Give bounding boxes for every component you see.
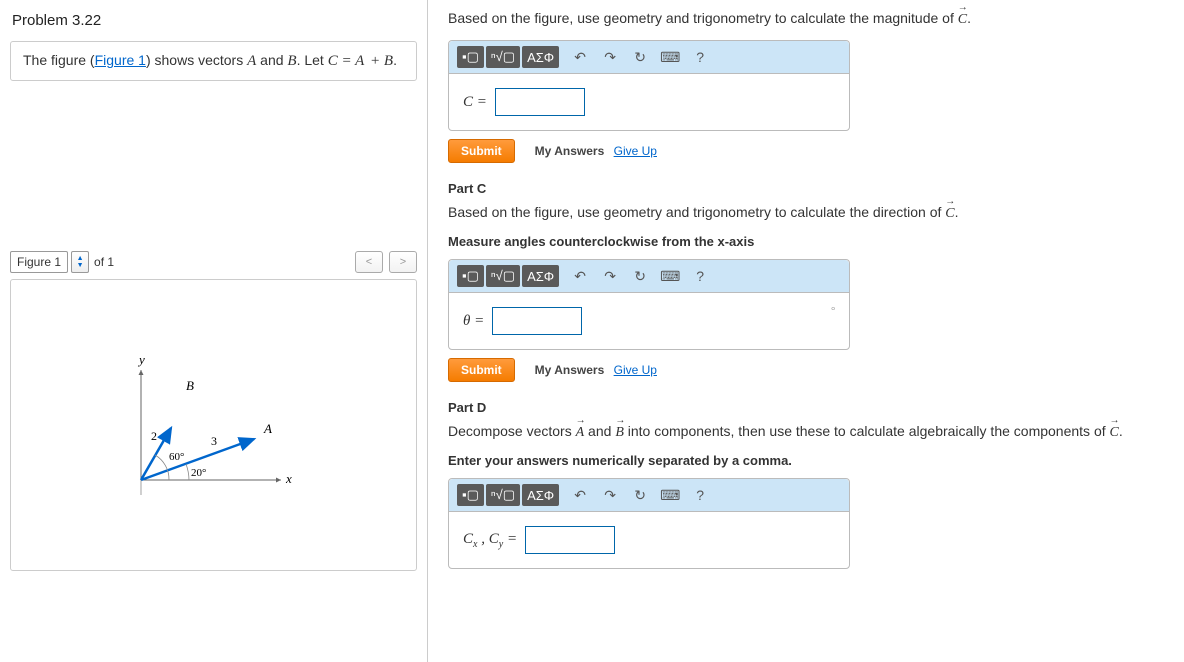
- sqrt-button[interactable]: ⁿ√▢: [486, 46, 520, 68]
- figure-prev-button[interactable]: <: [355, 251, 383, 273]
- greek-button-c[interactable]: ΑΣΦ: [522, 265, 559, 287]
- template-icon[interactable]: ▪▢: [457, 46, 484, 68]
- partC-bold-instr: Measure angles counterclockwise from the…: [448, 234, 1164, 249]
- partC-instr: Based on the figure, use geometry and tr…: [448, 204, 1164, 222]
- partD-input-row: Cx , Cy =: [449, 512, 849, 568]
- sqrt-button-c[interactable]: ⁿ√▢: [486, 265, 520, 287]
- vector-B-d: B: [615, 425, 624, 441]
- vector-A-sum: A: [355, 53, 364, 69]
- reset-icon-c[interactable]: ↻: [631, 267, 649, 285]
- partC-answer-input[interactable]: [492, 307, 582, 335]
- partB-give-up[interactable]: Give Up: [614, 144, 657, 158]
- partD-toolbar: ▪▢ ⁿ√▢ ΑΣΦ ↶ ↷ ↻ ⌨ ?: [449, 479, 849, 512]
- vector-B-label: B⃗: [186, 378, 204, 393]
- intro-period: .: [393, 52, 397, 68]
- angle-60: 60°: [169, 451, 184, 463]
- partB-submit-button[interactable]: Submit: [448, 139, 515, 163]
- figure-of-text: of 1: [94, 255, 114, 269]
- undo-icon[interactable]: ↶: [571, 48, 589, 66]
- vector-B-intro: B: [287, 53, 296, 69]
- figure-svg: y x B⃗ 2 A⃗ 3 60° 20°: [91, 320, 311, 540]
- partB-var-label: C =: [463, 94, 487, 111]
- intro-text-1: The figure (: [23, 52, 95, 68]
- intro-let: . Let: [297, 52, 328, 68]
- template-icon-d[interactable]: ▪▢: [457, 484, 484, 506]
- y-axis-label: y: [137, 352, 145, 367]
- partC-title: Part C: [448, 181, 1164, 196]
- vector-C-c: C: [945, 206, 954, 222]
- vector-A-length: 3: [211, 434, 217, 448]
- keyboard-icon-c[interactable]: ⌨: [661, 267, 679, 285]
- help-icon[interactable]: ?: [691, 48, 709, 66]
- partC-toolbar: ▪▢ ⁿ√▢ ΑΣΦ ↶ ↷ ↻ ⌨ ?: [449, 260, 849, 293]
- partC-input-row: θ = °: [449, 293, 849, 349]
- figure-canvas: y x B⃗ 2 A⃗ 3 60° 20°: [10, 279, 417, 571]
- vector-B-length: 2: [151, 429, 157, 443]
- vector-B-sum: B: [384, 53, 393, 69]
- partC-submit-row: Submit My Answers Give Up: [448, 358, 1164, 382]
- problem-intro: The figure (Figure 1) shows vectors A an…: [10, 41, 417, 81]
- redo-icon[interactable]: ↷: [601, 48, 619, 66]
- partC-var-label: θ =: [463, 313, 484, 330]
- greek-button[interactable]: ΑΣΦ: [522, 46, 559, 68]
- partB-answer-panel: ▪▢ ⁿ√▢ ΑΣΦ ↶ ↷ ↻ ⌨ ? C =: [448, 40, 850, 131]
- partC-answer-panel: ▪▢ ⁿ√▢ ΑΣΦ ↶ ↷ ↻ ⌨ ? θ = °: [448, 259, 850, 350]
- redo-icon-d[interactable]: ↷: [601, 486, 619, 504]
- x-axis-label: x: [285, 471, 292, 486]
- sqrt-button-d[interactable]: ⁿ√▢: [486, 484, 520, 506]
- intro-text-2: ) shows vectors: [146, 52, 247, 68]
- right-panel: Based on the figure, use geometry and tr…: [428, 0, 1184, 662]
- angle-20: 20°: [191, 467, 206, 479]
- keyboard-icon-d[interactable]: ⌨: [661, 486, 679, 504]
- left-panel: Problem 3.22 The figure (Figure 1) shows…: [0, 0, 428, 662]
- partC-unit: °: [831, 305, 835, 317]
- partB-my-answers[interactable]: My Answers: [535, 144, 605, 158]
- vector-C-b: C: [958, 12, 967, 28]
- help-icon-c[interactable]: ?: [691, 267, 709, 285]
- figure-select-box[interactable]: Figure 1: [10, 251, 68, 273]
- undo-icon-d[interactable]: ↶: [571, 486, 589, 504]
- partB-submit-row: Submit My Answers Give Up: [448, 139, 1164, 163]
- figure-stepper[interactable]: ▲▼: [71, 251, 89, 273]
- intro-equals: =: [338, 53, 355, 69]
- partB-input-row: C =: [449, 74, 849, 130]
- partD-answer-input[interactable]: [525, 526, 615, 554]
- figure-nav-bar: Figure 1 ▲▼ of 1 < >: [10, 251, 417, 273]
- partC-submit-button[interactable]: Submit: [448, 358, 515, 382]
- partD-var-label: Cx , Cy =: [463, 531, 517, 550]
- vector-A-label: A⃗: [263, 421, 282, 436]
- reset-icon[interactable]: ↻: [631, 48, 649, 66]
- vector-C-intro: C: [328, 53, 338, 69]
- figure-link[interactable]: Figure 1: [95, 52, 146, 68]
- vector-A-d: A: [576, 425, 585, 441]
- redo-icon-c[interactable]: ↷: [601, 267, 619, 285]
- partD-answer-panel: ▪▢ ⁿ√▢ ΑΣΦ ↶ ↷ ↻ ⌨ ? Cx , Cy =: [448, 478, 850, 569]
- greek-button-d[interactable]: ΑΣΦ: [522, 484, 559, 506]
- partB-toolbar: ▪▢ ⁿ√▢ ΑΣΦ ↶ ↷ ↻ ⌨ ?: [449, 41, 849, 74]
- undo-icon-c[interactable]: ↶: [571, 267, 589, 285]
- figure-selector: Figure 1 ▲▼ of 1: [10, 251, 114, 273]
- problem-title: Problem 3.22: [12, 12, 417, 29]
- partB-answer-input[interactable]: [495, 88, 585, 116]
- figure-next-button[interactable]: >: [389, 251, 417, 273]
- partD-title: Part D: [448, 400, 1164, 415]
- partC-my-answers[interactable]: My Answers: [535, 363, 605, 377]
- partD-bold-instr: Enter your answers numerically separated…: [448, 453, 1164, 468]
- intro-and: and: [256, 52, 287, 68]
- vector-C-d: C: [1110, 425, 1119, 441]
- reset-icon-d[interactable]: ↻: [631, 486, 649, 504]
- partB-instr: Based on the figure, use geometry and tr…: [448, 10, 1164, 28]
- keyboard-icon[interactable]: ⌨: [661, 48, 679, 66]
- partD-instr: Decompose vectors A and B into component…: [448, 423, 1164, 441]
- partC-give-up[interactable]: Give Up: [614, 363, 657, 377]
- template-icon-c[interactable]: ▪▢: [457, 265, 484, 287]
- help-icon-d[interactable]: ?: [691, 486, 709, 504]
- vector-A-intro: A: [247, 53, 256, 69]
